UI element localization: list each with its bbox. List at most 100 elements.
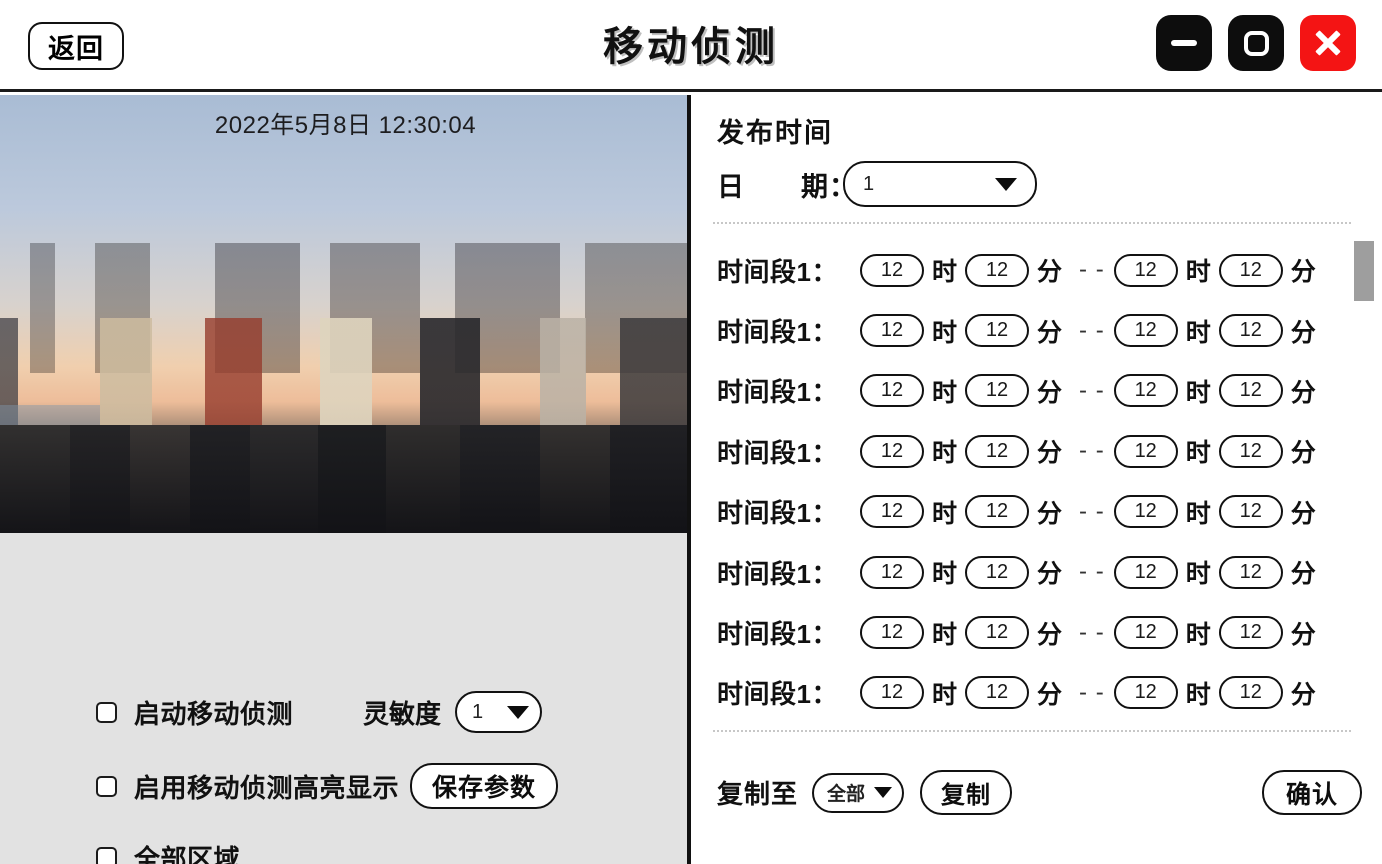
time-slot-label: 时间段1：: [717, 256, 838, 287]
save-params-button[interactable]: 保存参数: [410, 763, 559, 809]
hour-unit-label: 时: [1185, 499, 1211, 528]
start-minute-input[interactable]: 12: [965, 555, 1030, 589]
start-hour-input[interactable]: 12: [860, 676, 924, 710]
schedule-scrollbar[interactable]: [1354, 235, 1374, 725]
hour-unit-label: 时: [932, 560, 958, 589]
minute-unit-label: 分: [1037, 680, 1063, 709]
minute-unit-label: 分: [1037, 378, 1063, 407]
hour-unit-label: 时: [932, 680, 958, 709]
hour-unit-label: 时: [932, 499, 958, 528]
all-area-checkbox[interactable]: [96, 847, 117, 864]
start-hour-input[interactable]: 12: [860, 495, 924, 529]
start-hour-input[interactable]: 12: [860, 434, 924, 468]
minute-unit-label: 分: [1037, 560, 1063, 589]
maximize-button[interactable]: [1228, 15, 1284, 71]
end-minute-input[interactable]: 12: [1218, 434, 1283, 468]
copy-to-label: 复制至: [717, 779, 799, 809]
range-separator: - -: [1079, 497, 1105, 525]
range-separator: - -: [1079, 316, 1105, 344]
copy-to-dropdown[interactable]: 全部: [812, 772, 905, 813]
copy-to-value: 全部: [827, 784, 866, 805]
confirm-button[interactable]: 确认: [1262, 770, 1362, 815]
start-minute-input[interactable]: 12: [965, 676, 1030, 710]
schedule-title: 发布时间: [717, 118, 833, 148]
start-hour-input[interactable]: 12: [860, 616, 924, 650]
end-hour-input[interactable]: 12: [1113, 676, 1178, 710]
end-minute-input[interactable]: 12: [1218, 495, 1283, 529]
minute-unit-label: 分: [1290, 499, 1316, 528]
start-minute-input[interactable]: 12: [965, 314, 1030, 348]
hour-unit-label: 时: [932, 620, 958, 649]
all-area-row: 全部区域: [96, 839, 240, 864]
sensitivity-dropdown[interactable]: 1: [455, 691, 543, 733]
start-minute-input[interactable]: 12: [965, 374, 1030, 408]
start-hour-input[interactable]: 12: [860, 374, 924, 408]
minute-unit-label: 分: [1290, 378, 1316, 407]
start-minute-input[interactable]: 12: [965, 495, 1030, 529]
range-separator: - -: [1079, 618, 1105, 646]
hour-unit-label: 时: [932, 439, 958, 468]
start-minute-input[interactable]: 12: [965, 616, 1030, 650]
range-separator: - -: [1079, 376, 1105, 404]
start-minute-input[interactable]: 12: [965, 434, 1030, 468]
date-value: 1: [863, 172, 875, 195]
skyline-mid-layer: [0, 318, 687, 438]
end-minute-input[interactable]: 12: [1218, 616, 1283, 650]
enable-motion-detect-checkbox[interactable]: [96, 701, 117, 723]
range-separator: - -: [1079, 437, 1105, 465]
time-slot-label: 时间段1：: [717, 679, 838, 710]
save-params-label: 保存参数: [432, 774, 537, 802]
end-hour-input[interactable]: 12: [1113, 555, 1178, 589]
video-preview[interactable]: 2022年5月8日 12:30:04: [0, 95, 687, 533]
time-slot-label: 时间段1：: [717, 498, 838, 529]
end-hour-input[interactable]: 12: [1113, 616, 1178, 650]
chevron-down-icon: [874, 787, 893, 798]
time-slot-label: 时间段1：: [717, 558, 838, 589]
end-hour-input[interactable]: 12: [1113, 434, 1178, 468]
minute-unit-label: 分: [1290, 439, 1316, 468]
skyline-near-layer: [0, 425, 687, 533]
end-hour-input[interactable]: 12: [1113, 314, 1178, 348]
time-slot-row: 时间段1： 12 时 12 分 - -12 时 12 分: [695, 542, 1382, 602]
start-hour-input[interactable]: 12: [860, 314, 924, 348]
chevron-down-icon: [507, 705, 530, 719]
scrollbar-thumb[interactable]: [1354, 241, 1374, 301]
hour-unit-label: 时: [1185, 620, 1211, 649]
minute-unit-label: 分: [1037, 318, 1063, 347]
time-slot-row: 时间段1： 12 时 12 分 - -12 时 12 分: [695, 602, 1382, 662]
right-panel: 发布时间 日 期： 1 时间段1： 12 时 12 分 - -12 时 12 分时间段1： 12 时…: [695, 95, 1382, 864]
hour-unit-label: 时: [932, 378, 958, 407]
date-dropdown[interactable]: 1: [843, 161, 1037, 207]
time-slot-row: 时间段1： 12 时 12 分 - -12 时 12 分: [695, 482, 1382, 542]
start-hour-input[interactable]: 12: [860, 555, 924, 589]
minute-unit-label: 分: [1290, 620, 1316, 649]
minimize-button[interactable]: [1156, 15, 1212, 71]
hour-unit-label: 时: [1185, 318, 1211, 347]
hour-unit-label: 时: [1185, 680, 1211, 709]
divider-top: [713, 222, 1351, 224]
end-hour-input[interactable]: 12: [1113, 253, 1178, 287]
minute-unit-label: 分: [1037, 620, 1063, 649]
time-slot-label: 时间段1：: [717, 619, 838, 650]
range-separator: - -: [1079, 256, 1105, 284]
start-hour-input[interactable]: 12: [860, 253, 924, 287]
end-minute-input[interactable]: 12: [1218, 676, 1283, 710]
time-slot-row: 时间段1： 12 时 12 分 - -12 时 12 分: [695, 361, 1382, 421]
date-label: 日 期：: [717, 171, 857, 202]
hour-unit-label: 时: [1185, 258, 1211, 287]
enable-highlight-checkbox[interactable]: [96, 775, 117, 797]
enable-motion-detect-label: 启动移动侦测: [134, 698, 294, 729]
end-minute-input[interactable]: 12: [1218, 314, 1283, 348]
window-maximize-icon: [1243, 30, 1269, 56]
titlebar: 返回 移动侦测: [0, 0, 1382, 92]
end-minute-input[interactable]: 12: [1218, 374, 1283, 408]
minute-unit-label: 分: [1037, 499, 1063, 528]
copy-button[interactable]: 复制: [920, 770, 1013, 815]
start-minute-input[interactable]: 12: [965, 253, 1030, 287]
end-hour-input[interactable]: 12: [1113, 374, 1178, 408]
end-hour-input[interactable]: 12: [1113, 495, 1178, 529]
end-minute-input[interactable]: 12: [1218, 555, 1283, 589]
close-button[interactable]: [1300, 15, 1356, 71]
hour-unit-label: 时: [932, 318, 958, 347]
end-minute-input[interactable]: 12: [1218, 253, 1283, 287]
